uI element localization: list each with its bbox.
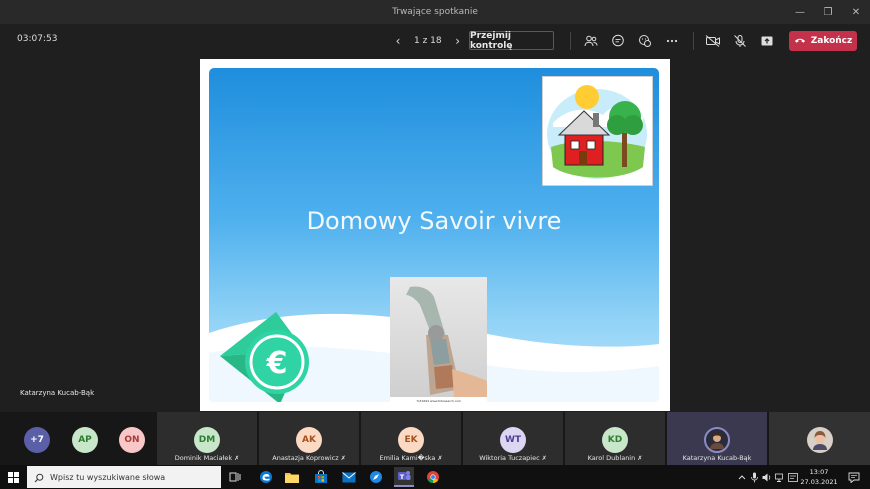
mail-icon[interactable] bbox=[339, 467, 359, 487]
avatar: EK bbox=[398, 427, 424, 453]
slide-pager: ‹ 1 z 18 › bbox=[390, 31, 466, 51]
avatar[interactable]: ON bbox=[119, 427, 145, 453]
teams-icon[interactable]: T bbox=[394, 467, 414, 487]
taskbar-search-input[interactable]: Wpisz tu wyszukiwane słowa bbox=[27, 466, 221, 488]
participant-name-text: Dominik Maciałek bbox=[174, 454, 233, 462]
chat-icon[interactable] bbox=[609, 32, 627, 50]
mic-off-icon: ✗ bbox=[541, 455, 547, 462]
hang-up-icon bbox=[794, 36, 806, 47]
participant-tile[interactable]: EK Emilia Kami�ska ✗ bbox=[361, 412, 461, 465]
microphone-tray-icon[interactable] bbox=[748, 467, 760, 487]
edge-icon[interactable] bbox=[256, 467, 276, 487]
participants-strip: +7 AP ON DM Dominik Maciałek ✗ AK Anasta… bbox=[0, 412, 870, 465]
store-icon[interactable] bbox=[311, 467, 331, 487]
participant-name: Karol Dublanin ✗ bbox=[565, 454, 665, 462]
participant-name: Dominik Maciałek ✗ bbox=[157, 454, 257, 462]
clock-time: 13:07 bbox=[809, 468, 829, 476]
shared-content-stage: Domowy Savoir vivre € fo31694 www.fotose… bbox=[0, 58, 870, 412]
teams-meeting-window: Trwające spotkanie — ❐ ✕ 03:07:53 ‹ 1 z … bbox=[0, 0, 870, 489]
minimize-icon[interactable]: — bbox=[786, 0, 814, 24]
share-icon[interactable] bbox=[758, 32, 776, 50]
euro-logo-icon: € bbox=[220, 312, 309, 402]
toolbar-divider bbox=[570, 32, 571, 50]
reactions-icon[interactable] bbox=[636, 32, 654, 50]
mic-off-icon: ✗ bbox=[340, 455, 346, 462]
search-placeholder: Wpisz tu wyszukiwane słowa bbox=[50, 472, 166, 482]
volume-icon[interactable] bbox=[760, 467, 773, 487]
people-icon[interactable] bbox=[582, 32, 600, 50]
task-view-icon[interactable] bbox=[225, 467, 245, 487]
mic-off-icon: ✗ bbox=[637, 455, 643, 462]
slide-title: Domowy Savoir vivre bbox=[306, 207, 562, 235]
tray-arrow-icon[interactable] bbox=[735, 467, 749, 487]
network-icon[interactable] bbox=[773, 467, 786, 487]
mic-off-icon: ✗ bbox=[437, 455, 443, 462]
mic-off-icon[interactable] bbox=[731, 32, 749, 50]
participant-name-text: Anastazja Koprowicz bbox=[272, 454, 339, 462]
participant-name: Katarzyna Kucab-Bąk bbox=[667, 454, 767, 462]
avatar bbox=[704, 427, 730, 453]
windows-taskbar: Wpisz tu wyszukiwane słowa T 13:07 27.03… bbox=[0, 465, 870, 489]
more-icon[interactable] bbox=[663, 32, 681, 50]
self-view-tile[interactable] bbox=[769, 412, 870, 465]
close-icon[interactable]: ✕ bbox=[842, 0, 870, 24]
window-title: Trwające spotkanie bbox=[392, 7, 478, 17]
participant-tile[interactable]: DM Dominik Maciałek ✗ bbox=[157, 412, 257, 465]
avatar[interactable]: AP bbox=[72, 427, 98, 453]
house-clipart-image bbox=[542, 76, 653, 186]
avatar bbox=[806, 427, 833, 453]
chrome-icon[interactable] bbox=[423, 467, 443, 487]
participant-name-text: Katarzyna Kucab-Bąk bbox=[682, 454, 752, 462]
language-indicator-icon[interactable] bbox=[786, 467, 800, 487]
windows-start-icon[interactable] bbox=[0, 465, 26, 489]
photo-caption: fo31694 www.fotosearch.com bbox=[416, 399, 462, 403]
restore-icon[interactable]: ❐ bbox=[814, 0, 842, 24]
participant-tile[interactable]: KD Karol Dublanin ✗ bbox=[565, 412, 665, 465]
file-explorer-icon[interactable] bbox=[282, 467, 302, 487]
taskbar-clock[interactable]: 13:07 27.03.2021 bbox=[800, 467, 838, 487]
meeting-toolbar: 03:07:53 ‹ 1 z 18 › Przejmij kontrolę Za… bbox=[0, 24, 870, 58]
participant-name-text: Karol Dublanin bbox=[587, 454, 636, 462]
camera-off-icon[interactable] bbox=[704, 32, 722, 50]
previous-slide-icon[interactable]: ‹ bbox=[390, 34, 406, 48]
svg-text:€: € bbox=[266, 346, 288, 381]
participant-name-text: Wiktoria Tuczapiec bbox=[479, 454, 540, 462]
next-slide-icon[interactable]: › bbox=[450, 34, 466, 48]
toolbar-divider bbox=[693, 32, 694, 50]
end-call-button[interactable]: Zakończ bbox=[789, 31, 857, 51]
participant-name: Emilia Kami�ska ✗ bbox=[361, 454, 461, 462]
participant-tile-presenter[interactable]: Katarzyna Kucab-Bąk bbox=[667, 412, 767, 465]
participant-tile[interactable]: WT Wiktoria Tuczapiec ✗ bbox=[463, 412, 563, 465]
avatar: DM bbox=[194, 427, 220, 453]
svg-text:T: T bbox=[400, 473, 405, 481]
participant-name: Anastazja Koprowicz ✗ bbox=[259, 454, 359, 462]
slide-page-indicator: 1 z 18 bbox=[414, 36, 442, 46]
user-photo-icon bbox=[710, 432, 724, 449]
avatar: AK bbox=[296, 427, 322, 453]
title-bar: Trwające spotkanie — ❐ ✕ bbox=[0, 0, 870, 24]
browser-icon[interactable] bbox=[366, 467, 386, 487]
user-photo-icon bbox=[812, 431, 827, 450]
take-control-button[interactable]: Przejmij kontrolę bbox=[469, 31, 554, 51]
window-controls: — ❐ ✕ bbox=[786, 0, 870, 24]
participant-name: Wiktoria Tuczapiec ✗ bbox=[463, 454, 563, 462]
overflow-participants-button[interactable]: +7 bbox=[24, 427, 50, 453]
avatar: KD bbox=[602, 427, 628, 453]
clock-date: 27.03.2021 bbox=[800, 478, 838, 486]
arm-wrestling-photo: fo31694 www.fotosearch.com bbox=[390, 277, 487, 405]
end-call-label: Zakończ bbox=[810, 36, 853, 46]
presenter-name-label: Katarzyna Kucab-Bąk bbox=[20, 389, 95, 397]
presentation-slide: Domowy Savoir vivre € fo31694 www.fotose… bbox=[200, 59, 670, 411]
participant-name-text: Emilia Kami�ska bbox=[379, 454, 436, 462]
mic-off-icon: ✗ bbox=[234, 455, 240, 462]
meeting-timer: 03:07:53 bbox=[17, 34, 58, 44]
search-icon bbox=[34, 468, 44, 487]
avatar: WT bbox=[500, 427, 526, 453]
notifications-icon[interactable] bbox=[846, 467, 862, 487]
participant-tile[interactable]: AK Anastazja Koprowicz ✗ bbox=[259, 412, 359, 465]
